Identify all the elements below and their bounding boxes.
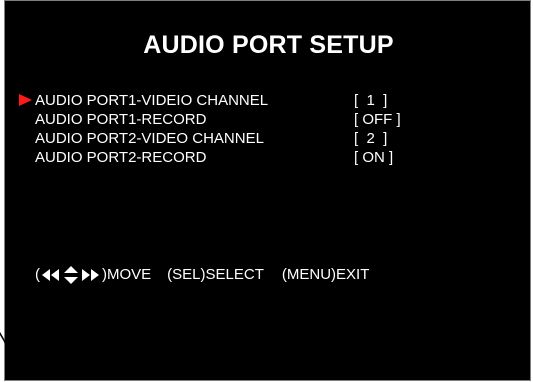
menu-item-port1-record[interactable]: AUDIO PORT1-RECORD [ OFF ] — [5, 110, 532, 129]
menu-item-value[interactable]: [ 1 ] — [354, 91, 387, 110]
page-title: AUDIO PORT SETUP — [143, 31, 394, 59]
menu-item-label: AUDIO PORT1-VIDEIO CHANNEL — [35, 92, 269, 109]
menu-item-value[interactable]: [ ON ] — [354, 148, 393, 167]
menu-item-label: AUDIO PORT1-RECORD — [35, 111, 207, 128]
bottom-left-corner-mark — [0, 331, 16, 377]
navigation-arrows-icon — [42, 266, 99, 284]
menu-item-value[interactable]: [ OFF ] — [354, 110, 401, 129]
menu-item-port1-video-channel[interactable]: AUDIO PORT1-VIDEIO CHANNEL [ 1 ] — [5, 91, 532, 110]
settings-menu: AUDIO PORT1-VIDEIO CHANNEL [ 1 ] AUDIO P… — [5, 91, 532, 167]
hint-open-paren: ( — [35, 266, 40, 283]
hint-exit: (MENU)EXIT — [281, 266, 370, 283]
double-left-arrow-icon — [42, 269, 59, 281]
menu-item-label: AUDIO PORT2-VIDEO CHANNEL — [35, 130, 264, 147]
selection-cursor-icon — [19, 94, 32, 106]
menu-item-label: AUDIO PORT2-RECORD — [35, 149, 207, 166]
key-hints-bar: ( )MOVE (SEL)SELECT (MENU)EXIT — [35, 264, 369, 286]
menu-item-value[interactable]: [ 2 ] — [354, 129, 387, 148]
osd-screen: AUDIO PORT SETUP AUDIO PORT1-VIDEIO CHAN… — [4, 0, 531, 381]
menu-item-port2-video-channel[interactable]: AUDIO PORT2-VIDEO CHANNEL [ 2 ] — [5, 129, 532, 148]
hint-move: )MOVE — [102, 266, 152, 283]
menu-item-port2-record[interactable]: AUDIO PORT2-RECORD [ ON ] — [5, 148, 532, 167]
hint-select: (SEL)SELECT — [167, 266, 264, 283]
double-right-arrow-icon — [82, 269, 99, 281]
up-down-arrow-icon — [64, 266, 78, 284]
